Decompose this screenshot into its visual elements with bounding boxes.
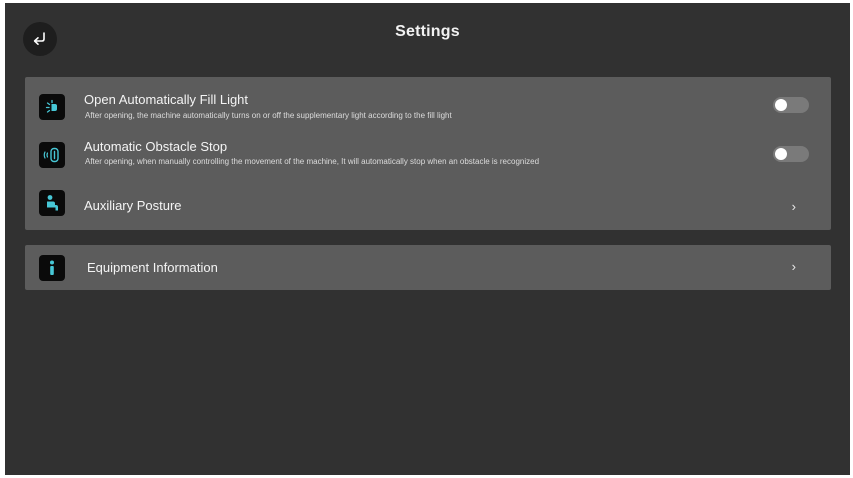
setting-row-fill-light: Open Automatically Fill Light After open… — [25, 77, 831, 127]
setting-title: Open Automatically Fill Light — [84, 92, 249, 107]
setting-title: Automatic Obstacle Stop — [84, 139, 228, 154]
toggle-knob — [775, 148, 787, 160]
setting-title: Auxiliary Posture — [84, 198, 182, 213]
info-icon — [39, 255, 65, 281]
setting-row-obstacle-stop: Automatic Obstacle Stop After opening, w… — [25, 135, 831, 175]
obstacle-sensor-icon — [39, 142, 65, 168]
chevron-right-icon: › — [791, 199, 796, 214]
toggle-knob — [775, 99, 787, 111]
equipment-information-row[interactable]: Equipment Information › — [25, 245, 831, 290]
fill-light-icon — [39, 94, 65, 120]
setting-description: After opening, when manually controlling… — [85, 157, 540, 166]
setting-row-auxiliary-posture[interactable]: Auxiliary Posture › — [25, 183, 831, 225]
equipment-information-title: Equipment Information — [87, 260, 218, 275]
chevron-right-icon: › — [791, 259, 796, 274]
posture-icon — [39, 190, 65, 216]
fill-light-toggle[interactable] — [773, 97, 809, 113]
setting-description: After opening, the machine automatically… — [85, 111, 452, 120]
obstacle-stop-toggle[interactable] — [773, 146, 809, 162]
settings-card: Open Automatically Fill Light After open… — [25, 77, 831, 230]
page-title: Settings — [395, 23, 460, 40]
settings-screen: Settings Open Automatically Fill Light A… — [5, 3, 850, 475]
